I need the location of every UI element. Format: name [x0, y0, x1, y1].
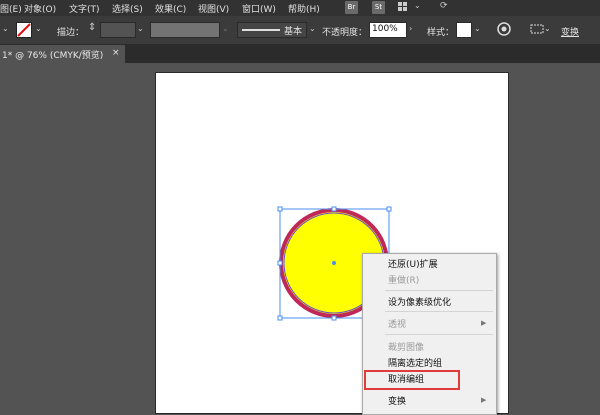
handle-bottom-left: [277, 315, 283, 321]
handle-top-center: [331, 206, 337, 212]
context-item-redo[interactable]: 重做(R): [388, 273, 419, 286]
submenu-arrow-icon: ▶: [481, 396, 487, 404]
context-item-transform[interactable]: 变换: [388, 394, 406, 407]
context-item-crop-image[interactable]: 裁剪图像: [388, 340, 424, 353]
handle-top-left: [277, 206, 283, 212]
submenu-arrow-icon: ▶: [481, 319, 487, 327]
handle-bottom-center: [331, 315, 337, 321]
context-item-pixel-optimize[interactable]: 设为像素级优化: [388, 295, 451, 308]
context-item-perspective[interactable]: 透视: [388, 317, 406, 330]
context-separator: [385, 290, 493, 291]
context-item-isolate-group[interactable]: 隔离选定的组: [388, 356, 442, 369]
context-separator: [385, 334, 493, 335]
context-menu: 还原(U)扩展 重做(R) 设为像素级优化 透视 ▶ 裁剪图像 隔离选定的组 取…: [362, 253, 497, 415]
handle-top-right: [386, 206, 392, 212]
center-point: [332, 261, 336, 265]
canvas-artwork: [277, 206, 392, 321]
context-separator: [385, 311, 493, 312]
handle-middle-left: [277, 260, 283, 266]
highlight-box: [364, 370, 460, 390]
context-item-undo-expand[interactable]: 还原(U)扩展: [388, 257, 438, 270]
